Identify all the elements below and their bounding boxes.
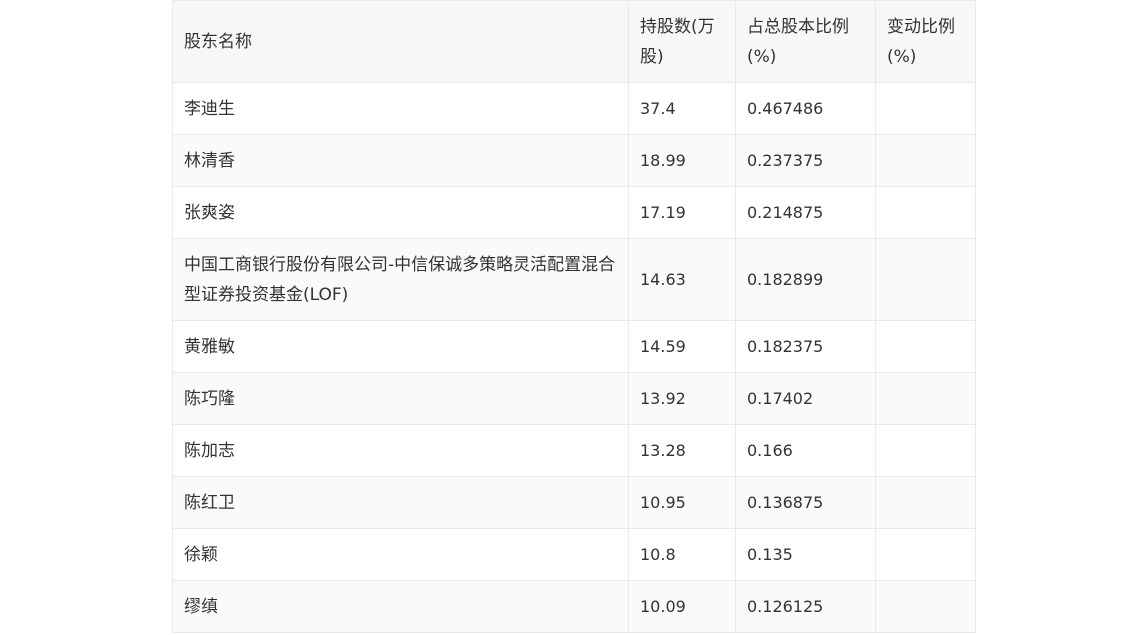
cell-ratio: 0.182375 [735,320,876,373]
table-row: 缪缜 10.09 0.126125 [172,580,976,633]
cell-shares: 37.4 [628,82,736,135]
cell-shareholder-name: 李迪生 [172,82,629,135]
header-share-ratio: 占总股本比例(%) [735,0,876,83]
cell-ratio: 0.467486 [735,82,876,135]
table-row: 李迪生 37.4 0.467486 [172,82,976,135]
cell-ratio: 0.166 [735,424,876,477]
cell-shareholder-name: 陈巧隆 [172,372,629,425]
cell-change [875,320,976,373]
cell-shareholder-name: 徐颖 [172,528,629,581]
table-row: 陈红卫 10.95 0.136875 [172,476,976,529]
cell-shares: 17.19 [628,186,736,239]
cell-ratio: 0.182899 [735,238,876,321]
cell-change [875,82,976,135]
cell-change [875,186,976,239]
cell-shares: 18.99 [628,134,736,187]
table-row: 陈加志 13.28 0.166 [172,424,976,477]
cell-change [875,528,976,581]
cell-ratio: 0.17402 [735,372,876,425]
table-header: 股东名称 持股数(万股) 占总股本比例(%) 变动比例(%) [172,0,976,83]
header-shares-held: 持股数(万股) [628,0,736,83]
cell-shares: 14.63 [628,238,736,321]
header-shareholder-name: 股东名称 [172,0,629,83]
cell-change [875,238,976,321]
shareholder-table: 股东名称 持股数(万股) 占总股本比例(%) 变动比例(%) 李迪生 37.4 … [172,0,976,633]
cell-ratio: 0.237375 [735,134,876,187]
cell-shares: 13.92 [628,372,736,425]
table-row: 黄雅敏 14.59 0.182375 [172,320,976,373]
cell-change [875,424,976,477]
cell-shareholder-name: 黄雅敏 [172,320,629,373]
table-row: 徐颖 10.8 0.135 [172,528,976,581]
cell-shareholder-name: 缪缜 [172,580,629,633]
cell-shares: 10.09 [628,580,736,633]
cell-shares: 10.95 [628,476,736,529]
table-body: 李迪生 37.4 0.467486 林清香 18.99 0.237375 张爽姿… [172,82,976,633]
table-row: 林清香 18.99 0.237375 [172,134,976,187]
cell-ratio: 0.136875 [735,476,876,529]
cell-shareholder-name: 中国工商银行股份有限公司-中信保诚多策略灵活配置混合型证券投资基金(LOF) [172,238,629,321]
cell-shares: 13.28 [628,424,736,477]
cell-shareholder-name: 陈加志 [172,424,629,477]
cell-change [875,372,976,425]
header-row: 股东名称 持股数(万股) 占总股本比例(%) 变动比例(%) [172,0,976,83]
cell-shareholder-name: 林清香 [172,134,629,187]
table-row: 张爽姿 17.19 0.214875 [172,186,976,239]
cell-ratio: 0.126125 [735,580,876,633]
cell-ratio: 0.214875 [735,186,876,239]
cell-shares: 14.59 [628,320,736,373]
cell-change [875,476,976,529]
table-row: 陈巧隆 13.92 0.17402 [172,372,976,425]
cell-shareholder-name: 张爽姿 [172,186,629,239]
cell-shares: 10.8 [628,528,736,581]
cell-change [875,134,976,187]
header-change-ratio: 变动比例(%) [875,0,976,83]
cell-shareholder-name: 陈红卫 [172,476,629,529]
cell-change [875,580,976,633]
cell-ratio: 0.135 [735,528,876,581]
table-row: 中国工商银行股份有限公司-中信保诚多策略灵活配置混合型证券投资基金(LOF) 1… [172,238,976,321]
shareholder-table-container: 股东名称 持股数(万股) 占总股本比例(%) 变动比例(%) 李迪生 37.4 … [172,0,976,633]
